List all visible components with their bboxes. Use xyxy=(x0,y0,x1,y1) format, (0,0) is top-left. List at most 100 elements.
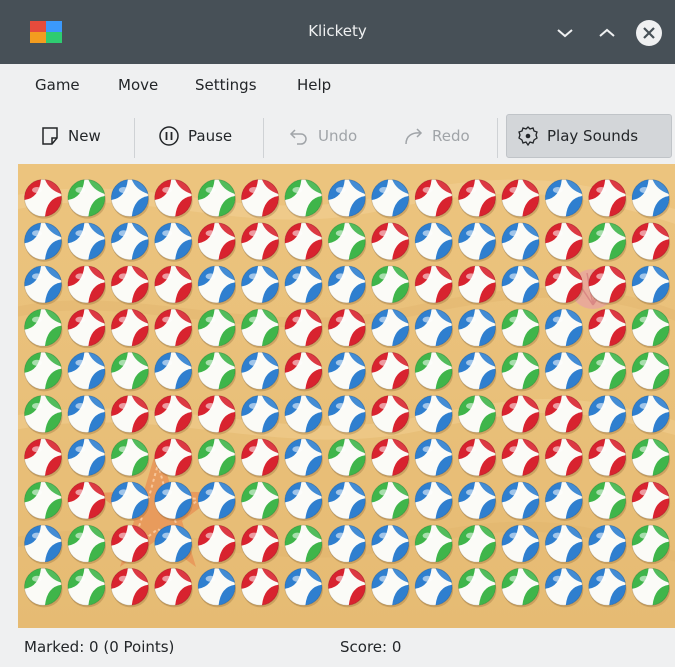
ball-blue[interactable] xyxy=(327,179,367,219)
play-sounds-toggle[interactable]: Play Sounds xyxy=(506,114,672,158)
ball-blue[interactable] xyxy=(197,265,237,305)
ball-blue[interactable] xyxy=(371,524,410,565)
close-button[interactable] xyxy=(634,18,664,48)
ball-red[interactable] xyxy=(241,179,280,219)
ball-green[interactable] xyxy=(24,395,63,435)
ball-red[interactable] xyxy=(154,438,193,478)
ball-blue[interactable] xyxy=(327,481,367,521)
ball-red[interactable] xyxy=(241,567,280,608)
ball-blue[interactable] xyxy=(67,351,106,392)
ball-blue[interactable] xyxy=(67,395,106,435)
menu-help[interactable]: Help xyxy=(297,76,331,94)
ball-red[interactable] xyxy=(631,481,671,521)
ball-red[interactable] xyxy=(371,351,410,392)
ball-blue[interactable] xyxy=(414,567,454,608)
ball-blue[interactable] xyxy=(154,222,193,262)
ball-green[interactable] xyxy=(327,222,367,262)
ball-blue[interactable] xyxy=(371,179,410,219)
ball-blue[interactable] xyxy=(588,395,627,435)
ball-red[interactable] xyxy=(544,438,584,478)
ball-green[interactable] xyxy=(327,438,367,478)
ball-green[interactable] xyxy=(631,524,671,565)
ball-red[interactable] xyxy=(631,222,671,262)
ball-green[interactable] xyxy=(67,524,106,565)
menu-game[interactable]: Game xyxy=(35,76,80,94)
minimize-button[interactable] xyxy=(550,18,580,48)
ball-green[interactable] xyxy=(588,351,627,392)
ball-green[interactable] xyxy=(414,351,454,392)
ball-red[interactable] xyxy=(24,179,63,219)
ball-green[interactable] xyxy=(110,438,150,478)
ball-blue[interactable] xyxy=(24,265,63,305)
ball-green[interactable] xyxy=(24,351,63,392)
ball-red[interactable] xyxy=(544,395,584,435)
ball-red[interactable] xyxy=(327,308,367,349)
ball-blue[interactable] xyxy=(154,524,193,565)
ball-blue[interactable] xyxy=(154,481,193,521)
ball-blue[interactable] xyxy=(588,567,627,608)
ball-blue[interactable] xyxy=(241,351,280,392)
ball-red[interactable] xyxy=(501,395,540,435)
ball-red[interactable] xyxy=(110,265,150,305)
ball-blue[interactable] xyxy=(501,481,540,521)
ball-red[interactable] xyxy=(154,265,193,305)
ball-blue[interactable] xyxy=(197,567,237,608)
ball-red[interactable] xyxy=(110,308,150,349)
ball-green[interactable] xyxy=(197,308,237,349)
ball-green[interactable] xyxy=(24,481,63,521)
ball-blue[interactable] xyxy=(414,395,454,435)
ball-green[interactable] xyxy=(458,395,497,435)
ball-green[interactable] xyxy=(67,179,106,219)
ball-blue[interactable] xyxy=(241,265,280,305)
ball-red[interactable] xyxy=(284,222,323,262)
ball-green[interactable] xyxy=(588,481,627,521)
ball-blue[interactable] xyxy=(544,308,584,349)
ball-red[interactable] xyxy=(544,222,584,262)
ball-green[interactable] xyxy=(67,567,106,608)
ball-red[interactable] xyxy=(154,567,193,608)
ball-red[interactable] xyxy=(154,179,193,219)
ball-red[interactable] xyxy=(110,395,150,435)
maximize-button[interactable] xyxy=(592,18,622,48)
ball-red[interactable] xyxy=(197,524,237,565)
ball-red[interactable] xyxy=(197,395,237,435)
ball-blue[interactable] xyxy=(327,351,367,392)
ball-blue[interactable] xyxy=(414,438,454,478)
ball-blue[interactable] xyxy=(327,524,367,565)
ball-red[interactable] xyxy=(371,222,410,262)
ball-green[interactable] xyxy=(501,308,540,349)
ball-red[interactable] xyxy=(544,265,584,305)
ball-red[interactable] xyxy=(67,265,106,305)
ball-red[interactable] xyxy=(197,222,237,262)
ball-red[interactable] xyxy=(414,265,454,305)
ball-blue[interactable] xyxy=(501,222,540,262)
ball-red[interactable] xyxy=(371,395,410,435)
ball-red[interactable] xyxy=(588,265,627,305)
ball-blue[interactable] xyxy=(458,481,497,521)
ball-blue[interactable] xyxy=(414,222,454,262)
ball-green[interactable] xyxy=(631,308,671,349)
ball-blue[interactable] xyxy=(67,438,106,478)
ball-red[interactable] xyxy=(458,179,497,219)
ball-blue[interactable] xyxy=(631,265,671,305)
ball-blue[interactable] xyxy=(501,524,540,565)
ball-blue[interactable] xyxy=(544,351,584,392)
ball-red[interactable] xyxy=(458,438,497,478)
ball-blue[interactable] xyxy=(544,481,584,521)
ball-green[interactable] xyxy=(197,179,237,219)
ball-blue[interactable] xyxy=(197,481,237,521)
ball-green[interactable] xyxy=(631,567,671,608)
ball-blue[interactable] xyxy=(110,481,150,521)
ball-red[interactable] xyxy=(588,438,627,478)
ball-green[interactable] xyxy=(458,524,497,565)
ball-red[interactable] xyxy=(458,265,497,305)
new-game-button[interactable]: New xyxy=(30,114,111,158)
ball-blue[interactable] xyxy=(284,395,323,435)
ball-green[interactable] xyxy=(284,179,323,219)
ball-green[interactable] xyxy=(631,438,671,478)
ball-blue[interactable] xyxy=(458,308,497,349)
ball-green[interactable] xyxy=(197,351,237,392)
ball-red[interactable] xyxy=(501,179,540,219)
ball-green[interactable] xyxy=(24,308,63,349)
ball-blue[interactable] xyxy=(631,179,671,219)
